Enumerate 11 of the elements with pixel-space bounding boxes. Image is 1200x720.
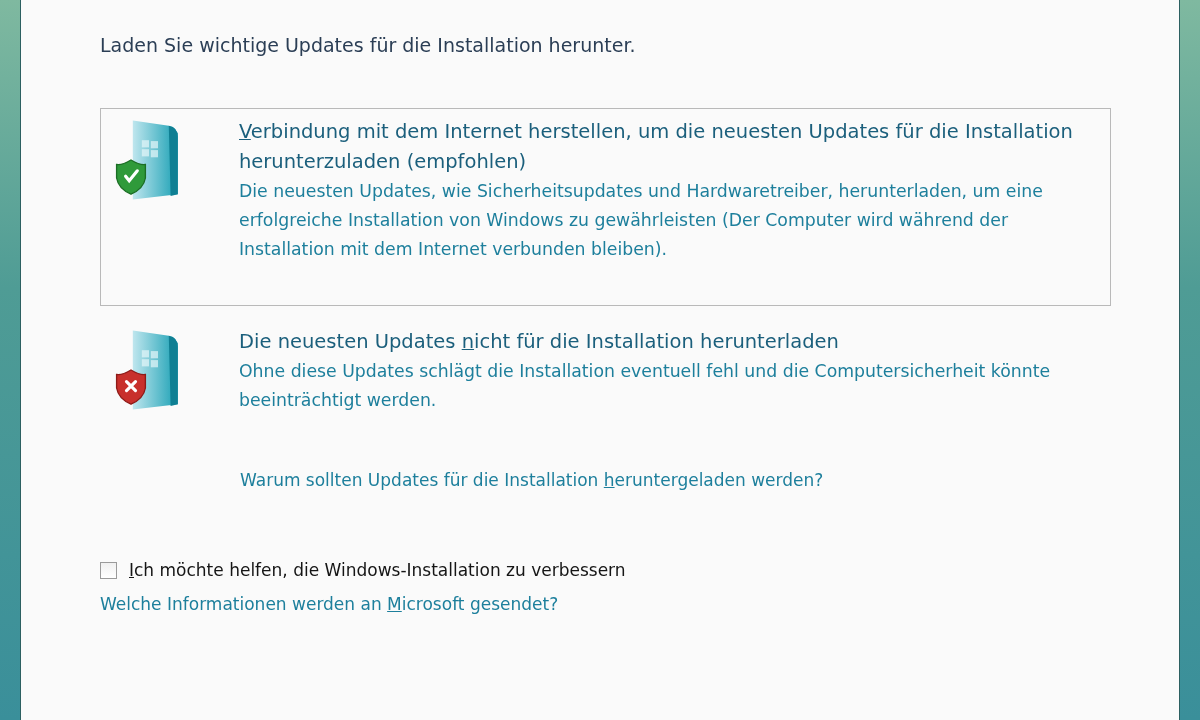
info-link[interactable]: Welche Informationen werden an Microsoft gesendet? bbox=[100, 594, 559, 614]
help-link[interactable]: Warum sollten Updates für die Installation heruntergeladen werden? bbox=[240, 470, 824, 490]
page-heading: Laden Sie wichtige Updates für die Installation herunter. bbox=[100, 34, 636, 56]
option-title: Verbindung mit dem Internet herstellen, um die neuesten Updates für die Installation herunterzuladen (empfohlen) bbox=[239, 119, 1074, 175]
option-title: Die neuesten Updates nicht für die Installation herunterladen bbox=[239, 329, 840, 355]
option-description: Die neuesten Updates, wie Sicherheitsupdates und Hardwaretreiber, herunterladen, um eine erfolgreiche Installation von Windows zu gewährleisten (Der Computer wird während der Installation mit dem Internet verbunden bleiben). bbox=[239, 180, 1044, 261]
option-description: Ohne diese Updates schlägt die Installation eventuell fehl und die Computersicherheit könnte beeinträchtigt werden. bbox=[239, 360, 1052, 412]
checkbox[interactable] bbox=[100, 561, 117, 579]
update-option[interactable]: Die neuesten Updates nicht für die Installation herunterladen Ohne diese Updates schlägt die Installation eventuell fehl und die Computersicherheit könnte beeinträchtigt werden. bbox=[100, 318, 1111, 434]
update-option[interactable] bbox=[100, 108, 1111, 306]
checkbox-label[interactable]: Ich möchte helfen, die Windows-Installation zu verbessern bbox=[129, 560, 626, 580]
